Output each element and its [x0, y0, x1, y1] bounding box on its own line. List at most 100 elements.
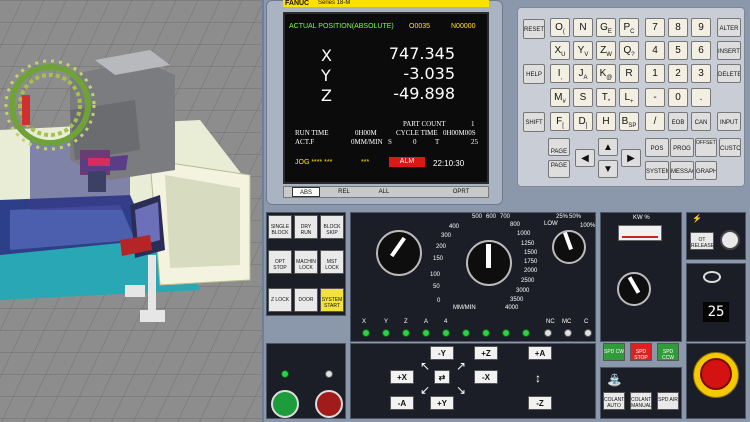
alter-key[interactable]: ALTER: [717, 18, 741, 37]
key-dot[interactable]: .: [691, 88, 711, 107]
page-down-key[interactable]: PAGE: [548, 160, 570, 178]
key-x[interactable]: XU: [550, 41, 570, 60]
key-l[interactable]: L+: [619, 88, 639, 107]
key-f[interactable]: F[: [550, 112, 570, 131]
key-8[interactable]: 8: [668, 18, 688, 37]
single-block-button[interactable]: SINGLE BLOCK: [268, 215, 292, 239]
jog-plus-x-button[interactable]: +X: [390, 370, 414, 384]
emergency-stop-button[interactable]: [700, 358, 732, 390]
jog-minus-z-button[interactable]: -Z: [528, 396, 552, 410]
insert-key[interactable]: INSERT: [717, 41, 741, 60]
page-up-key[interactable]: PAGE: [548, 138, 570, 156]
spindle-stop-button[interactable]: SPD STOP: [630, 343, 652, 361]
key-h[interactable]: H: [596, 112, 616, 131]
machine-lock-button[interactable]: MACHIN LOCK: [294, 250, 318, 274]
opt-stop-button[interactable]: OPT STOP: [268, 250, 292, 274]
feed-hold-lamp: [325, 370, 333, 378]
key-5[interactable]: 5: [668, 41, 688, 60]
pos-key[interactable]: POS: [645, 138, 669, 157]
ot-release-button[interactable]: OT RELEASE: [690, 232, 714, 250]
coolant-auto-button[interactable]: COLANT AUTO: [603, 392, 625, 410]
key-o[interactable]: O(: [550, 18, 570, 37]
mst-lock-button[interactable]: MST LOCK: [320, 250, 344, 274]
jog-minus-a-button[interactable]: -A: [390, 396, 414, 410]
key-r[interactable]: R: [619, 64, 639, 83]
jog-minus-x-button[interactable]: -X: [474, 370, 498, 384]
key-d[interactable]: D]: [573, 112, 593, 131]
custom-key[interactable]: CUSTOM: [719, 138, 741, 157]
cursor-left-key[interactable]: ◀: [575, 149, 595, 167]
help-key[interactable]: HELP: [523, 64, 545, 84]
key-p[interactable]: PC: [619, 18, 639, 37]
screen-header: ACTUAL POSITION(ABSOLUTE): [289, 23, 394, 30]
can-key[interactable]: CAN: [691, 112, 711, 131]
z-lock-button[interactable]: Z LOCK: [268, 288, 292, 312]
spindle-cw-button[interactable]: SPD CW: [603, 343, 625, 361]
key-o-label: O: [555, 22, 563, 33]
key-t-sub: *: [607, 99, 611, 105]
key-q[interactable]: Q?: [619, 41, 639, 60]
feed-override-pointer: [486, 244, 491, 268]
softkey-rel[interactable]: REL: [330, 187, 358, 197]
cycle-start-button[interactable]: [271, 390, 299, 418]
key-d-label: D: [578, 116, 586, 127]
key-b[interactable]: BSP: [619, 112, 639, 131]
spindle-air-button[interactable]: SPD AIR: [657, 392, 679, 410]
key-j[interactable]: JA: [573, 64, 593, 83]
jog-plus-a-button[interactable]: +A: [528, 346, 552, 360]
key-2[interactable]: 2: [668, 64, 688, 83]
key-t[interactable]: T*: [596, 88, 616, 107]
key-7[interactable]: 7: [645, 18, 665, 37]
cursor-up-key[interactable]: ▲: [598, 138, 618, 156]
key-9[interactable]: 9: [691, 18, 711, 37]
jog-plus-z-button[interactable]: +Z: [474, 346, 498, 360]
key-g[interactable]: GE: [596, 18, 616, 37]
message-key[interactable]: MESSAGE: [670, 161, 694, 180]
key-n[interactable]: N: [573, 18, 593, 37]
cursor-right-key[interactable]: ▶: [621, 149, 641, 167]
softkey-oprt[interactable]: OPRT: [446, 187, 476, 197]
tool-selector-icon[interactable]: [703, 271, 721, 283]
delete-key[interactable]: DELETE: [717, 64, 741, 83]
tool-t-value: 25: [471, 138, 478, 146]
key-z[interactable]: ZW: [596, 41, 616, 60]
feed-hold-button[interactable]: [315, 390, 343, 418]
key-6[interactable]: 6: [691, 41, 711, 60]
key-3[interactable]: 3: [691, 64, 711, 83]
reset-key[interactable]: RESET: [523, 19, 545, 39]
softkey-blank[interactable]: [406, 187, 434, 197]
key-minus[interactable]: -: [645, 88, 665, 107]
key-slash[interactable]: /: [645, 112, 665, 131]
shift-key[interactable]: SHIFT: [523, 112, 545, 132]
key-y[interactable]: YV: [573, 41, 593, 60]
block-skip-button[interactable]: BLOCK SKIP: [320, 215, 344, 239]
spindle-ccw-button[interactable]: SPD CCW: [657, 343, 679, 361]
cursor-down-key[interactable]: ▼: [598, 160, 618, 178]
key-4[interactable]: 4: [645, 41, 665, 60]
door-button[interactable]: DOOR: [294, 288, 318, 312]
key-s[interactable]: S: [573, 88, 593, 107]
key-0[interactable]: 0: [668, 88, 688, 107]
key-i[interactable]: I,: [550, 64, 570, 83]
softkey-abs[interactable]: ABS: [292, 187, 320, 197]
offset-setting-key[interactable]: OFFSET SETTING: [695, 138, 717, 157]
softkey-all[interactable]: ALL: [370, 187, 398, 197]
system-key[interactable]: SYSTEM: [645, 161, 669, 180]
rapid-traverse-button[interactable]: ⇄: [434, 370, 450, 384]
eob-key[interactable]: EOB: [668, 112, 688, 131]
coolant-manual-button[interactable]: COLANT MANUAL: [630, 392, 652, 410]
machine-3d-viewport[interactable]: [0, 0, 262, 422]
graph-key[interactable]: GRAPH: [695, 161, 717, 180]
key-switch[interactable]: [720, 230, 740, 250]
jog-minus-y-button[interactable]: -Y: [430, 346, 454, 360]
key-q-sub: ?: [631, 52, 635, 58]
key-m[interactable]: M#: [550, 88, 570, 107]
system-start-button[interactable]: SYSTEM START: [320, 288, 344, 312]
dry-run-button[interactable]: DRY RUN: [294, 215, 318, 239]
jog-plus-y-button[interactable]: +Y: [430, 396, 454, 410]
mode-selector-knob[interactable]: [376, 230, 422, 276]
prog-key[interactable]: PROG: [670, 138, 694, 157]
input-key[interactable]: INPUT: [717, 112, 741, 131]
key-k[interactable]: K@: [596, 64, 616, 83]
key-1[interactable]: 1: [645, 64, 665, 83]
